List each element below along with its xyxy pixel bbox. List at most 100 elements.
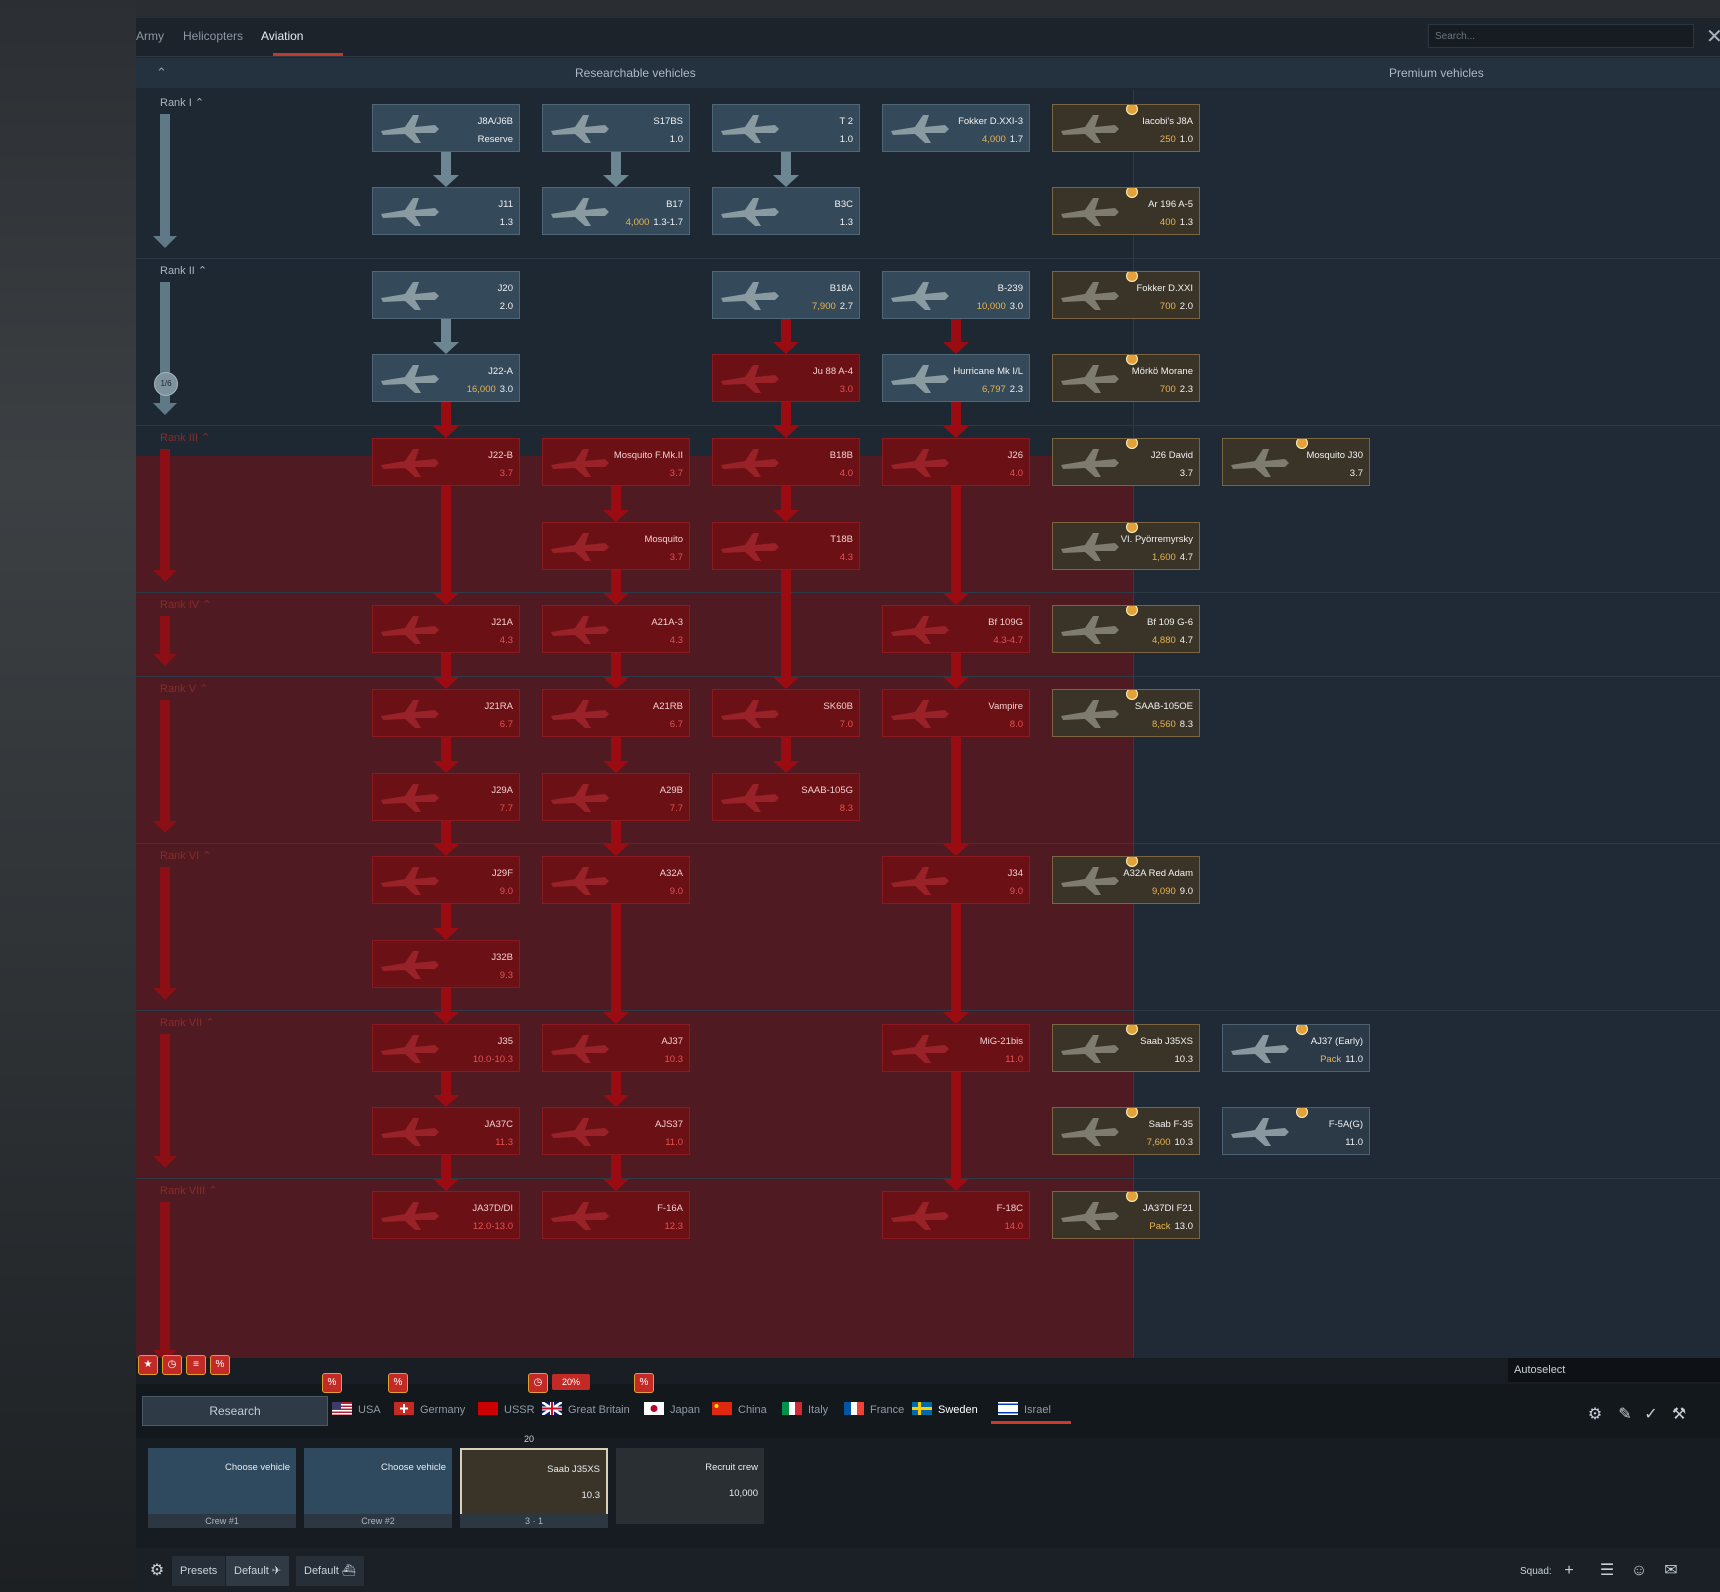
vehicle-card[interactable]: S17BS 1.0 <box>542 104 690 152</box>
vehicle-card[interactable]: Mosquito 3.7 <box>542 522 690 570</box>
chat-icon[interactable]: ✉ <box>1660 1560 1682 1582</box>
nation-germany[interactable]: Germany <box>394 1402 465 1424</box>
list-icon[interactable]: ☰ <box>1596 1560 1618 1582</box>
close-icon[interactable]: ✕ <box>1706 24 1720 49</box>
checkmark-icon[interactable]: ✓ <box>1640 1404 1662 1426</box>
vehicle-card[interactable]: B-239 10,000 3.0 <box>882 271 1030 319</box>
vehicle-card[interactable]: J35 10.0-10.3 <box>372 1024 520 1072</box>
nation-usa[interactable]: USA <box>332 1402 381 1424</box>
premium-vehicle-card[interactable]: JA37DI F21 Pack 13.0 <box>1052 1191 1200 1239</box>
vehicle-card[interactable]: T18B 4.3 <box>712 522 860 570</box>
tab-helicopters[interactable]: Helicopters <box>183 29 243 43</box>
nation-ussr[interactable]: USSR <box>478 1402 535 1424</box>
vehicle-card[interactable]: J20 2.0 <box>372 271 520 319</box>
vehicle-card[interactable]: Mosquito F.Mk.II 3.7 <box>542 438 690 486</box>
vehicle-card[interactable]: J29F 9.0 <box>372 856 520 904</box>
vehicle-card[interactable]: J22-A 16,000 3.0 <box>372 354 520 402</box>
crew-slot-2[interactable]: Choose vehicle Crew #2 <box>304 1448 452 1528</box>
vehicle-card[interactable]: J34 9.0 <box>882 856 1030 904</box>
vehicle-card[interactable]: B3C 1.3 <box>712 187 860 235</box>
research-button[interactable]: Research <box>142 1396 328 1426</box>
rank-label[interactable]: Rank IV ⌃ <box>160 598 211 611</box>
premium-vehicle-card[interactable]: Bf 109 G-6 4,880 4.7 <box>1052 605 1200 653</box>
vehicle-card[interactable]: Bf 109G 4.3-4.7 <box>882 605 1030 653</box>
crew-slot-1[interactable]: Choose vehicle Crew #1 <box>148 1448 296 1528</box>
crew-slot-3[interactable]: 20 Saab J35XS 10.3 3 · 1 <box>460 1434 608 1528</box>
vehicle-card[interactable]: A21A-3 4.3 <box>542 605 690 653</box>
nation-japan[interactable]: Japan <box>644 1402 700 1424</box>
vehicle-card[interactable]: JA37C 11.3 <box>372 1107 520 1155</box>
vehicle-card[interactable]: J29A 7.7 <box>372 773 520 821</box>
rank-label[interactable]: Rank VIII ⌃ <box>160 1184 218 1197</box>
rank-label[interactable]: Rank VII ⌃ <box>160 1016 214 1029</box>
nation-great-britain[interactable]: Great Britain <box>542 1402 630 1424</box>
vehicle-card[interactable]: J26 4.0 <box>882 438 1030 486</box>
vehicle-card[interactable]: Ju 88 A-4 3.0 <box>712 354 860 402</box>
premium-vehicle-card[interactable]: F-5A(G) 11.0 <box>1222 1107 1370 1155</box>
premium-vehicle-card[interactable]: Saab F-35 7,600 10.3 <box>1052 1107 1200 1155</box>
nation-sweden[interactable]: Sweden <box>912 1402 978 1424</box>
vehicle-card[interactable]: J21RA 6.7 <box>372 689 520 737</box>
vehicle-card[interactable]: J11 1.3 <box>372 187 520 235</box>
add-icon[interactable]: + <box>1558 1560 1580 1582</box>
friends-icon[interactable]: ☺ <box>1628 1560 1650 1582</box>
premium-vehicle-card[interactable]: A32A Red Adam 9,090 9.0 <box>1052 856 1200 904</box>
vehicle-card[interactable]: F-18C 14.0 <box>882 1191 1030 1239</box>
premium-vehicle-card[interactable]: VI. Pyörremyrsky 1,600 4.7 <box>1052 522 1200 570</box>
nation-china[interactable]: China <box>712 1402 767 1424</box>
premium-vehicle-card[interactable]: Iacobi's J8A 250 1.0 <box>1052 104 1200 152</box>
vehicle-card[interactable]: A29B 7.7 <box>542 773 690 821</box>
premium-vehicle-card[interactable]: Saab J35XS 10.3 <box>1052 1024 1200 1072</box>
presets-button[interactable]: Presets <box>172 1556 226 1586</box>
premium-vehicle-card[interactable]: AJ37 (Early) Pack 11.0 <box>1222 1024 1370 1072</box>
collapse-all-icon[interactable]: ⌃ <box>156 65 170 80</box>
tools-icon[interactable]: ⚒ <box>1668 1404 1690 1426</box>
vehicle-card[interactable]: AJ37 10.3 <box>542 1024 690 1072</box>
autoselect-dropdown[interactable]: Autoselect <box>1508 1358 1720 1382</box>
preset-default-naval[interactable]: Default ⛴ <box>296 1556 364 1586</box>
vehicle-card[interactable]: B18B 4.0 <box>712 438 860 486</box>
premium-vehicle-card[interactable]: Mosquito J30 3.7 <box>1222 438 1370 486</box>
research-badges: ★ ◷ ≡% <box>138 1354 234 1375</box>
recruit-crew-slot[interactable]: Recruit crew 10,000 <box>616 1448 764 1524</box>
vehicle-name: Bf 109 G-6 <box>1147 617 1193 628</box>
search-input[interactable]: Search... <box>1428 24 1694 48</box>
vehicle-card[interactable]: Hurricane Mk I/L 6,797 2.3 <box>882 354 1030 402</box>
tab-army[interactable]: Army <box>136 29 164 43</box>
wrench-icon[interactable]: ✎ <box>1614 1404 1636 1426</box>
vehicle-card[interactable]: F-16A 12.3 <box>542 1191 690 1239</box>
rank-label[interactable]: Rank V ⌃ <box>160 682 208 695</box>
nation-italy[interactable]: Italy <box>782 1402 828 1424</box>
premium-vehicle-card[interactable]: Ar 196 A-5 400 1.3 <box>1052 187 1200 235</box>
gear-icon[interactable]: ⚙ <box>1584 1404 1606 1426</box>
rank-label[interactable]: Rank II ⌃ <box>160 264 207 277</box>
rank-label[interactable]: Rank VI ⌃ <box>160 849 211 862</box>
vehicle-card[interactable]: SAAB-105G 8.3 <box>712 773 860 821</box>
vehicle-card[interactable]: AJS37 11.0 <box>542 1107 690 1155</box>
premium-vehicle-card[interactable]: SAAB-105OE 8,560 8.3 <box>1052 689 1200 737</box>
vehicle-card[interactable]: JA37D/DI 12.0-13.0 <box>372 1191 520 1239</box>
vehicle-card[interactable]: J21A 4.3 <box>372 605 520 653</box>
rank-label[interactable]: Rank III ⌃ <box>160 431 210 444</box>
vehicle-card[interactable]: Vampire 8.0 <box>882 689 1030 737</box>
vehicle-card[interactable]: J8A/J6B Reserve <box>372 104 520 152</box>
premium-vehicle-card[interactable]: Mörkö Morane 700 2.3 <box>1052 354 1200 402</box>
vehicle-card[interactable]: J32B 9.3 <box>372 940 520 988</box>
vehicle-card[interactable]: B18A 7,900 2.7 <box>712 271 860 319</box>
vehicle-card[interactable]: SK60B 7.0 <box>712 689 860 737</box>
tab-aviation[interactable]: Aviation <box>261 29 303 43</box>
settings-gear-icon[interactable]: ⚙ <box>146 1560 168 1582</box>
nation-france[interactable]: France <box>844 1402 904 1424</box>
premium-vehicle-card[interactable]: J26 David 3.7 <box>1052 438 1200 486</box>
vehicle-card[interactable]: A21RB 6.7 <box>542 689 690 737</box>
vehicle-card[interactable]: T 2 1.0 <box>712 104 860 152</box>
vehicle-card[interactable]: Fokker D.XXI-3 4,000 1.7 <box>882 104 1030 152</box>
premium-vehicle-card[interactable]: Fokker D.XXI 700 2.0 <box>1052 271 1200 319</box>
vehicle-card[interactable]: J22-B 3.7 <box>372 438 520 486</box>
preset-default-aviation[interactable]: Default ✈ <box>226 1556 290 1586</box>
rank-label[interactable]: Rank I ⌃ <box>160 96 204 109</box>
vehicle-card[interactable]: B17 4,000 1.3-1.7 <box>542 187 690 235</box>
list-badge-icon: ≡ <box>186 1355 206 1375</box>
vehicle-card[interactable]: A32A 9.0 <box>542 856 690 904</box>
vehicle-card[interactable]: MiG-21bis 11.0 <box>882 1024 1030 1072</box>
